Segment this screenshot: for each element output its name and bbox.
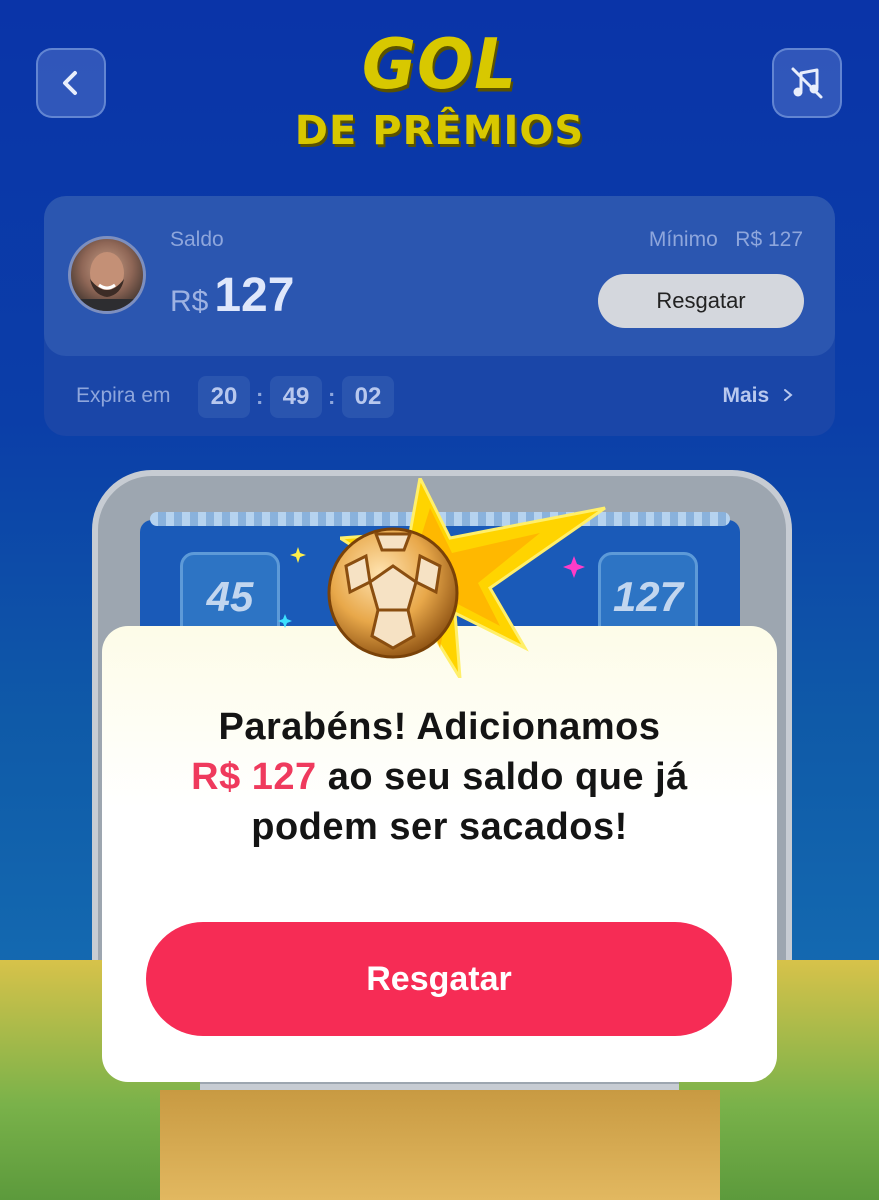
balance-card: Saldo R$ 127 Mínimo R$ 127 Resgatar Expir… (44, 196, 835, 436)
message-line-1: Parabéns! Adicionamos (218, 706, 661, 748)
sparkle-icon (290, 547, 306, 563)
reward-message: Parabéns! Adicionamos R$ 127 ao seu sald… (102, 702, 777, 852)
minimo-value: R$ 127 (735, 228, 803, 251)
saldo-value: R$ 127 (170, 268, 294, 323)
reward-amount: R$ 127 (191, 756, 317, 798)
balance-summary: Saldo R$ 127 Mínimo R$ 127 Resgatar (44, 196, 835, 356)
chevron-right-icon (784, 389, 793, 401)
music-off-icon (791, 67, 823, 99)
resgatar-balance-button[interactable]: Resgatar (598, 274, 804, 328)
reward-modal: Parabéns! Adicionamos R$ 127 ao seu sald… (102, 626, 777, 1082)
sparkle-icon (278, 614, 292, 628)
mais-label: Mais (722, 384, 770, 407)
minimo-label: Mínimo (648, 228, 718, 251)
message-line-3: podem ser sacados! (251, 806, 628, 848)
soccer-ball-icon (327, 527, 459, 659)
expira-label: Expira em (76, 384, 171, 407)
avatar (68, 236, 146, 314)
saldo-label: Saldo (170, 228, 224, 251)
timer-seconds: 02 (342, 376, 394, 418)
saldo-amount: 127 (214, 269, 295, 322)
logo-title-gol: GOL (361, 24, 518, 105)
resgatar-modal-button[interactable]: Resgatar (146, 922, 732, 1036)
timer-separator: : (256, 384, 264, 409)
timer-separator: : (328, 384, 336, 409)
minimo-info: Mínimo R$ 127 (649, 228, 803, 252)
sparkle-icon (563, 556, 585, 578)
timer-minutes: 49 (270, 376, 322, 418)
message-line-2: ao seu saldo que já (316, 756, 688, 798)
music-toggle-button[interactable] (772, 48, 842, 118)
timer-hours: 20 (198, 376, 250, 418)
mais-link[interactable]: Mais (722, 384, 795, 408)
logo-title-premios: DE PRÊMIOS (294, 108, 585, 154)
field-decoration-center (160, 1090, 720, 1200)
saldo-currency: R$ (170, 285, 209, 318)
